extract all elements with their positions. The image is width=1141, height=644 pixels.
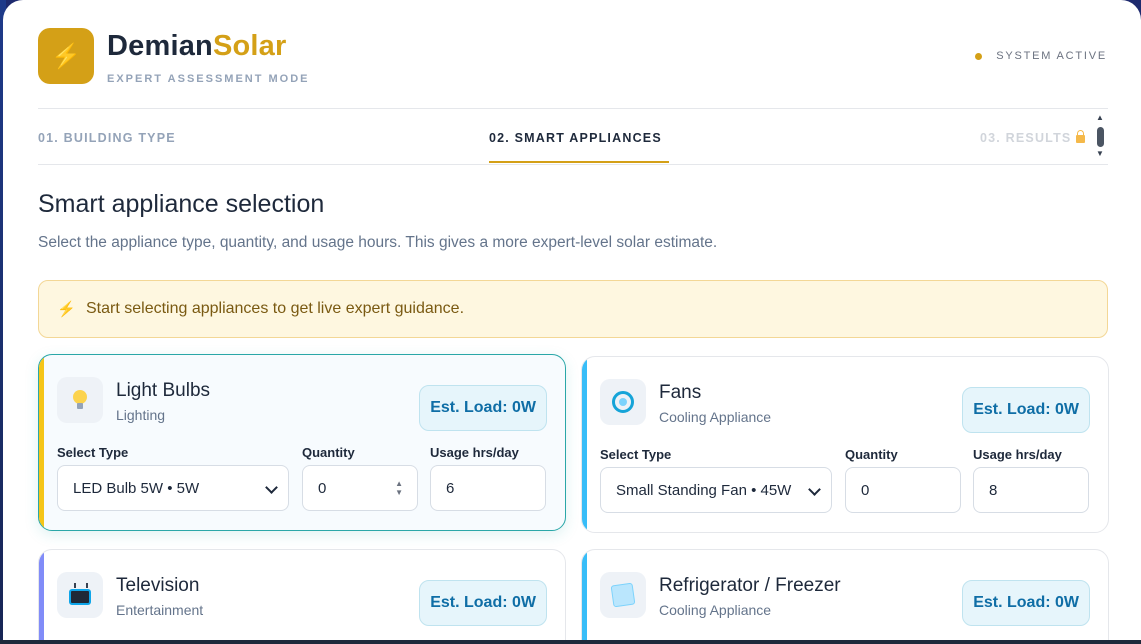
appliance-name: Television [116, 575, 200, 596]
estimated-load-badge: Est. Load: 0W [962, 387, 1090, 433]
appliance-card-fans[interactable]: Fans Cooling Appliance Est. Load: 0W Sel… [581, 356, 1109, 533]
assessment-panel: ⚡ DemianSolar EXPERT ASSESSMENT MODE SYS… [3, 0, 1141, 641]
appliance-category: Lighting [116, 407, 166, 423]
scroll-thumb[interactable] [1097, 127, 1104, 147]
brand-subtitle: EXPERT ASSESSMENT MODE [107, 73, 310, 85]
appliance-name: Refrigerator / Freezer [659, 575, 841, 596]
lightning-icon: ⚡ [51, 42, 81, 70]
lightning-icon: ⚡ [57, 301, 76, 318]
appliance-name: Light Bulbs [116, 380, 211, 401]
appliance-name: Fans [659, 382, 702, 403]
card-accent-bar [39, 550, 44, 641]
card-accent-bar [582, 550, 587, 641]
fan-icon [600, 379, 646, 425]
tab-building-type[interactable]: 01. BUILDING TYPE [38, 131, 176, 145]
usage-input[interactable]: 8 [973, 467, 1089, 513]
usage-label: Usage hrs/day [430, 445, 519, 460]
estimated-load-badge: Est. Load: 0W [419, 385, 547, 431]
tab-results-label: 03. RESULTS [980, 131, 1072, 145]
type-select[interactable]: LED Bulb 5W • 5W [57, 465, 289, 511]
appliance-category: Cooling Appliance [659, 409, 772, 425]
card-accent-bar [39, 355, 44, 530]
status-label: SYSTEM ACTIVE [996, 50, 1107, 62]
tab-results[interactable]: 03. RESULTS [980, 130, 1086, 145]
type-label: Select Type [600, 447, 672, 462]
usage-value: 6 [446, 479, 455, 497]
chevron-down-icon [265, 481, 278, 494]
scroll-down-icon[interactable]: ▼ [1096, 149, 1104, 158]
estimated-load-badge: Est. Load: 0W [419, 580, 547, 626]
estimated-load-badge: Est. Load: 0W [962, 580, 1090, 626]
guidance-banner: ⚡ Start selecting appliances to get live… [38, 280, 1108, 338]
status-dot-icon [975, 52, 983, 60]
quantity-input[interactable]: 0 [845, 467, 961, 513]
brand-name-part2: Solar [212, 30, 287, 62]
usage-value: 8 [989, 481, 998, 499]
appliance-category: Cooling Appliance [659, 602, 772, 618]
stepper-icon[interactable]: ▲ ▼ [395, 479, 403, 497]
scroll-up-icon[interactable]: ▲ [1096, 113, 1104, 122]
appliance-card-television[interactable]: Television Entertainment Est. Load: 0W [38, 549, 566, 641]
section-description: Select the appliance type, quantity, and… [38, 234, 718, 251]
logo-badge: ⚡ [38, 28, 94, 84]
quantity-input[interactable]: 0 ▲ ▼ [302, 465, 418, 511]
card-accent-bar [582, 357, 587, 532]
guidance-text: Start selecting appliances to get live e… [86, 300, 465, 317]
type-select-value: Small Standing Fan • 45W [616, 481, 792, 499]
type-label: Select Type [57, 445, 129, 460]
quantity-label: Quantity [302, 445, 355, 460]
tab-smart-appliances[interactable]: 02. SMART APPLIANCES [489, 131, 662, 145]
fridge-icon [600, 572, 646, 618]
chevron-down-icon [808, 483, 821, 496]
taskbar-strip [0, 640, 1141, 644]
quantity-label: Quantity [845, 447, 898, 462]
usage-input[interactable]: 6 [430, 465, 546, 511]
quantity-value: 0 [318, 479, 327, 497]
brand-name-part1: Demian [107, 30, 213, 62]
lock-icon [1076, 130, 1086, 143]
system-status: SYSTEM ACTIVE [975, 50, 1107, 62]
usage-label: Usage hrs/day [973, 447, 1062, 462]
section-title: Smart appliance selection [38, 190, 325, 218]
quantity-value: 0 [861, 481, 870, 499]
tabs-scrollbar[interactable]: ▲ ▼ [1095, 113, 1107, 161]
active-tab-indicator [489, 161, 669, 163]
type-select[interactable]: Small Standing Fan • 45W [600, 467, 832, 513]
appliance-card-light-bulbs[interactable]: Light Bulbs Lighting Est. Load: 0W Selec… [38, 354, 566, 531]
appliance-category: Entertainment [116, 602, 204, 618]
type-select-value: LED Bulb 5W • 5W [73, 479, 200, 497]
lightbulb-icon [57, 377, 103, 423]
tv-icon [57, 572, 103, 618]
brand-name: DemianSolar [107, 30, 287, 63]
step-tabs: 01. BUILDING TYPE 02. SMART APPLIANCES 0… [38, 108, 1108, 165]
appliance-card-refrigerator[interactable]: Refrigerator / Freezer Cooling Appliance… [581, 549, 1109, 641]
